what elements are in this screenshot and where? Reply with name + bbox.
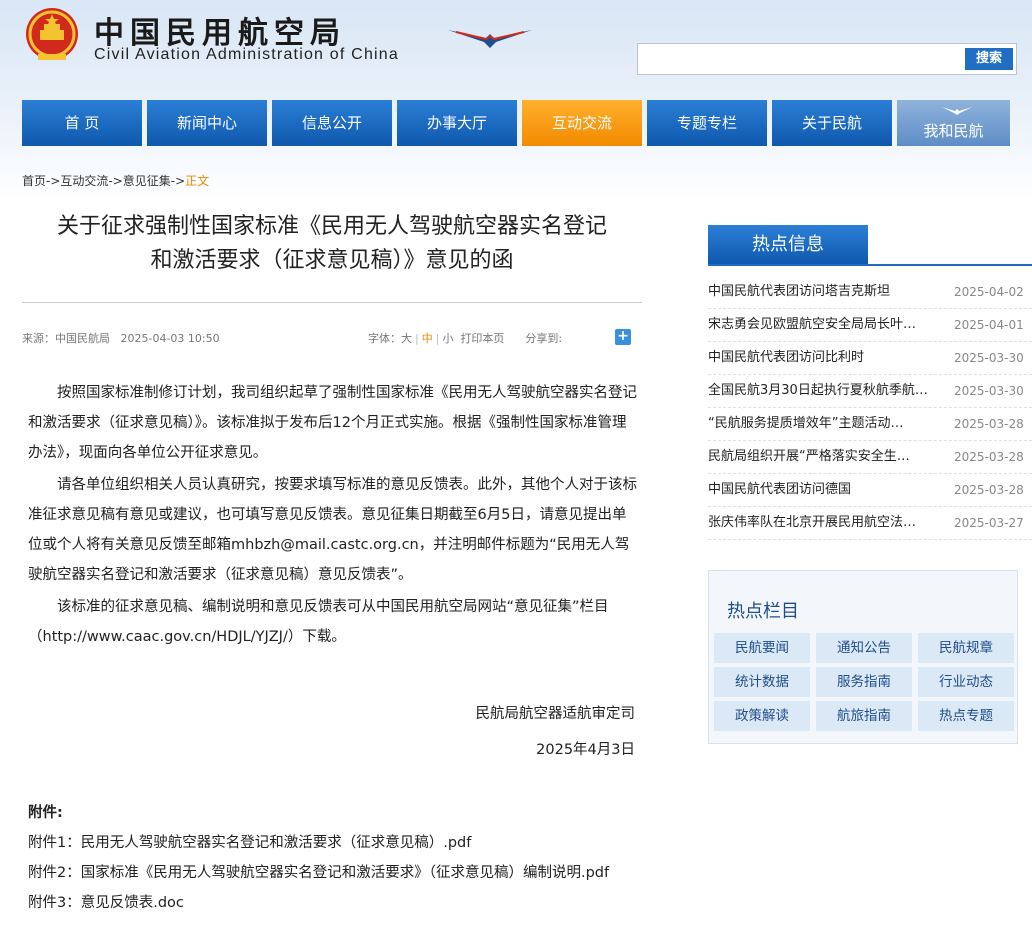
font-small-button[interactable]: 小: [442, 332, 453, 345]
column-link[interactable]: 政策解读: [714, 701, 810, 731]
list-item[interactable]: 中国民航代表团访问塔吉克斯坦 2025-04-02: [708, 276, 1032, 309]
hot-item-date: 2025-03-28: [954, 483, 1024, 497]
column-link[interactable]: 热点专题: [918, 701, 1014, 731]
nav-special-topics[interactable]: 专题专栏: [647, 100, 767, 146]
search-button[interactable]: 搜索: [965, 48, 1013, 70]
article-paragraph: 请各单位组织相关人员认真研究，按要求填写标准的意见反馈表。此外，其他个人对于该标…: [28, 477, 637, 583]
article-paragraph: 按照国家标准制修订计划，我司组织起草了强制性国家标准《民用无人驾驶航空器实名登记…: [28, 385, 637, 461]
font-medium-button[interactable]: 中: [422, 332, 433, 345]
font-size-label: 字体：: [368, 332, 401, 345]
list-item[interactable]: 中国民航代表团访问德国 2025-03-28: [708, 474, 1032, 507]
nav-home[interactable]: 首 页: [22, 100, 142, 146]
attachments: 附件: 附件1：民用无人驾驶航空器实名登记和激活要求（征求意见稿）.pdf 附件…: [28, 798, 638, 918]
hot-item-date: 2025-03-30: [954, 351, 1024, 365]
title-divider: [22, 302, 642, 303]
font-large-button[interactable]: 大: [401, 332, 412, 345]
search-input[interactable]: [642, 48, 960, 70]
share-plus-icon[interactable]: +: [615, 329, 631, 345]
list-item[interactable]: 民航局组织开展“严格落实安全生… 2025-03-28: [708, 441, 1032, 474]
hot-item-date: 2025-04-01: [954, 318, 1024, 332]
main-nav: 首 页 新闻中心 信息公开 办事大厅 互动交流 专题专栏 关于民航 我和民航: [22, 100, 1010, 146]
national-emblem-icon: [26, 8, 78, 60]
nav-me-and-caac[interactable]: 我和民航: [897, 100, 1010, 146]
column-link[interactable]: 统计数据: [714, 667, 810, 697]
share-label: 分享到:: [525, 332, 563, 345]
hot-item-title[interactable]: 宋志勇会见欧盟航空安全局局长叶…: [708, 309, 936, 341]
hot-info-divider: [708, 264, 1032, 266]
column-link[interactable]: 通知公告: [816, 633, 912, 663]
hot-item-title[interactable]: 张庆伟率队在北京开展民用航空法…: [708, 507, 936, 539]
article-meta: 来源：中国民航局 2025-04-03 10:50 字体：大 | 中 | 小 打印本页 …: [22, 329, 642, 346]
list-item[interactable]: 宋志勇会见欧盟航空安全局局长叶… 2025-04-01: [708, 309, 1032, 342]
article-paragraph: 该标准的征求意见稿、编制说明和意见反馈表可从中国民用航空局网站“意见征集”栏目（…: [28, 599, 609, 645]
hot-info-list: 中国民航代表团访问塔吉克斯坦 2025-04-02 宋志勇会见欧盟航空安全局局长叶…: [708, 276, 1032, 540]
article-title-line2: 和激活要求（征求意见稿）》意见的函: [150, 248, 514, 273]
search-box: 搜索: [637, 43, 1017, 75]
column-link[interactable]: 行业动态: [918, 667, 1014, 697]
article-signature: 民航局航空器适航审定司: [475, 706, 636, 722]
article-datetime: 2025-04-03 10:50: [120, 332, 220, 345]
nav-news-center[interactable]: 新闻中心: [147, 100, 267, 146]
hot-item-date: 2025-03-30: [954, 384, 1024, 398]
attachments-label: 附件:: [28, 805, 63, 821]
attachment-link-1[interactable]: 附件1：民用无人驾驶航空器实名登记和激活要求（征求意见稿）.pdf: [28, 828, 638, 858]
hot-columns-panel: 热点栏目 民航要闻 通知公告 民航规章 统计数据 服务指南 行业动态 政策解读 …: [708, 570, 1018, 744]
hot-item-title[interactable]: 民航局组织开展“严格落实安全生…: [708, 441, 936, 473]
caac-wing-logo-icon: [448, 30, 532, 48]
hot-info-title: 热点信息: [708, 225, 868, 265]
article-title-line1: 关于征求强制性国家标准《民用无人驾驶航空器实名登记: [56, 214, 607, 239]
hot-item-title[interactable]: 中国民航代表团访问比利时: [708, 342, 936, 374]
breadcrumb-path[interactable]: 首页->互动交流->意见征集->: [22, 174, 185, 188]
nav-about-caac[interactable]: 关于民航: [772, 100, 892, 146]
column-link[interactable]: 民航规章: [918, 633, 1014, 663]
site-header: 中国民用航空局 Civil Aviation Administration of…: [0, 0, 1032, 90]
attachment-link-3[interactable]: 附件3：意见反馈表.doc: [28, 888, 638, 918]
article-body: 按照国家标准制修订计划，我司组织起草了强制性国家标准《民用无人驾驶航空器实名登记…: [28, 378, 638, 654]
list-item[interactable]: 全国民航3月30日起执行夏秋航季航… 2025-03-30: [708, 375, 1032, 408]
nav-service-hall[interactable]: 办事大厅: [397, 100, 517, 146]
list-item[interactable]: “民航服务提质增效年”主题活动… 2025-03-28: [708, 408, 1032, 441]
list-item[interactable]: 张庆伟率队在北京开展民用航空法… 2025-03-27: [708, 507, 1032, 540]
nav-me-and-caac-label: 我和民航: [923, 122, 984, 140]
nav-interaction[interactable]: 互动交流: [522, 100, 642, 146]
site-subtitle: Civil Aviation Administration of China: [94, 46, 399, 63]
article-tools: 字体：大 | 中 | 小 打印本页 分享到:: [368, 332, 563, 345]
column-link[interactable]: 民航要闻: [714, 633, 810, 663]
hot-item-date: 2025-04-02: [954, 285, 1024, 299]
hot-item-date: 2025-03-28: [954, 417, 1024, 431]
nav-info-disclosure[interactable]: 信息公开: [272, 100, 392, 146]
article-source: 来源：中国民航局: [22, 332, 110, 345]
list-item[interactable]: 中国民航代表团访问比利时 2025-03-30: [708, 342, 1032, 375]
hot-item-title[interactable]: 中国民航代表团访问塔吉克斯坦: [708, 276, 936, 308]
hot-item-title[interactable]: “民航服务提质增效年”主题活动…: [708, 408, 936, 440]
article-sign-date: 2025年4月3日: [536, 742, 635, 758]
column-link[interactable]: 航旅指南: [816, 701, 912, 731]
article-title: 关于征求强制性国家标准《民用无人驾驶航空器实名登记 和激活要求（征求意见稿）》意…: [22, 210, 642, 278]
hot-item-title[interactable]: 中国民航代表团访问德国: [708, 474, 936, 506]
print-button[interactable]: 打印本页: [460, 332, 504, 345]
hot-item-date: 2025-03-28: [954, 450, 1024, 464]
hot-columns-title: 热点栏目: [727, 601, 799, 622]
attachment-link-2[interactable]: 附件2：国家标准《民用无人驾驶航空器实名登记和激活要求》（征求意见稿）编制说明.…: [28, 858, 638, 888]
hot-item-date: 2025-03-27: [954, 516, 1024, 530]
hot-item-title[interactable]: 全国民航3月30日起执行夏秋航季航…: [708, 375, 936, 407]
column-link[interactable]: 服务指南: [816, 667, 912, 697]
breadcrumb-current: 正文: [185, 174, 210, 188]
breadcrumb: 首页->互动交流->意见征集->正文: [22, 172, 209, 189]
